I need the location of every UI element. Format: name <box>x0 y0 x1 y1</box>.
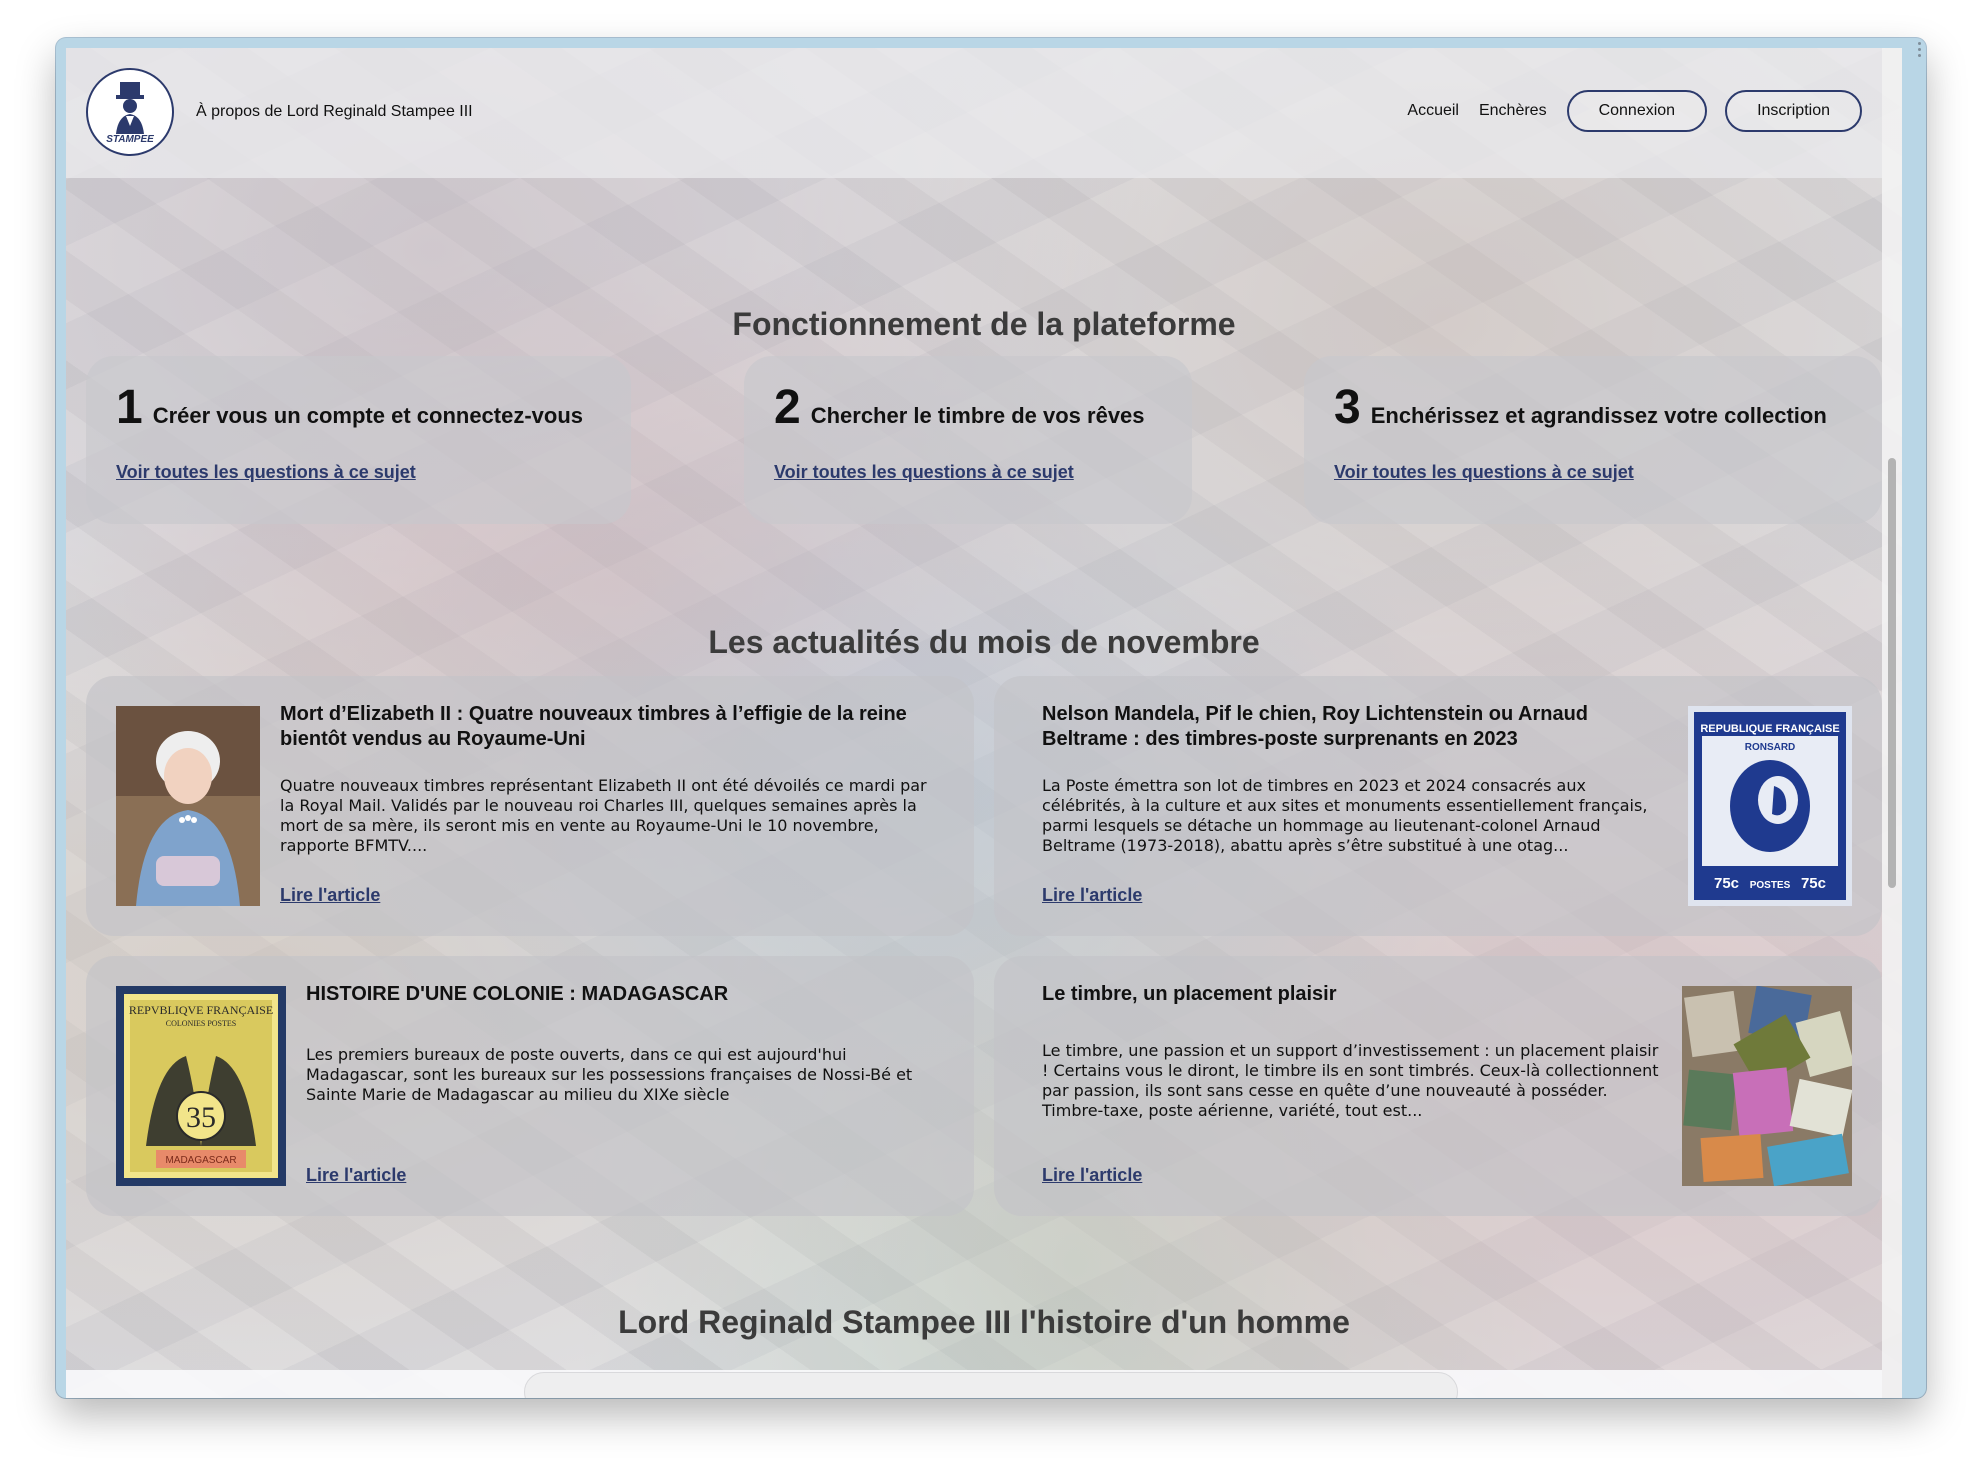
step-card-3: 3 Enchérissez et agrandissez votre colle… <box>1304 356 1882 524</box>
article-excerpt: La Poste émettra son lot de timbres en 2… <box>1042 776 1648 855</box>
news-card-1: Mort d’Elizabeth II : Quatre nouveaux ti… <box>86 676 974 936</box>
site-header: STAMPEE À propos de Lord Reginald Stampe… <box>66 48 1882 178</box>
window-resize-handle-icon[interactable] <box>1916 42 1922 60</box>
nav-auctions-link[interactable]: Enchères <box>1479 102 1547 120</box>
login-button[interactable]: Connexion <box>1566 90 1708 132</box>
article-excerpt: Les premiers bureaux de poste ouverts, d… <box>306 1045 913 1104</box>
queen-photo[interactable] <box>116 706 260 906</box>
page-content: STAMPEE À propos de Lord Reginald Stampe… <box>66 48 1902 1398</box>
step-card-1: 1 Créer vous un compte et connectez-vous… <box>86 356 631 524</box>
step-faq-link[interactable]: Voir toutes les questions à ce sujet <box>1334 462 1852 483</box>
news-card-3: REPVBLIQVE FRANÇAISE COLONIES POSTES 35 … <box>86 956 974 1216</box>
news-section-title: Les actualités du mois de novembre <box>708 624 1260 660</box>
article-title: Le timbre, un placement plaisir <box>1042 983 1337 1005</box>
read-article-link[interactable]: Lire l'article <box>306 1165 406 1186</box>
stamp-value-label: 35 <box>186 1101 216 1134</box>
step-title: Chercher le timbre de vos rêves <box>810 403 1145 428</box>
news-card-4: Le timbre, un placement plaisir Le timbr… <box>994 956 1882 1216</box>
stamp-collection-photo[interactable] <box>1682 986 1852 1186</box>
about-link[interactable]: À propos de Lord Reginald Stampee III <box>196 103 473 121</box>
stampee-logo[interactable]: STAMPEE <box>86 68 174 156</box>
step-number: 1 <box>116 381 143 434</box>
main-nav: Accueil Enchères Connexion Inscription <box>1407 90 1862 132</box>
browser-window: STAMPEE À propos de Lord Reginald Stampe… <box>56 38 1926 1398</box>
stamp-value-left: 75c <box>1714 875 1739 892</box>
ronsard-stamp-image[interactable]: REPUBLIQUE FRANÇAISE RONSARD 75c POSTES … <box>1688 706 1852 906</box>
article-title: Mort d’Elizabeth II : Quatre nouveaux ti… <box>280 703 907 750</box>
signup-button[interactable]: Inscription <box>1725 90 1862 132</box>
history-card-top <box>524 1372 1458 1398</box>
step-title: Enchérissez et agrandissez votre collect… <box>1370 403 1827 428</box>
step-number: 3 <box>1334 381 1361 434</box>
step-title: Créer vous un compte et connectez-vous <box>152 403 584 428</box>
step-faq-link[interactable]: Voir toutes les questions à ce sujet <box>116 462 601 483</box>
nav-home-link[interactable]: Accueil <box>1407 102 1459 120</box>
stamp-sub-label: COLONIES POSTES <box>166 1019 236 1028</box>
stamp-postes-label: POSTES <box>1750 880 1791 891</box>
news-card-2: Nelson Mandela, Pif le chien, Roy Lichte… <box>994 676 1882 936</box>
article-excerpt: Quatre nouveaux timbres représentant Eli… <box>280 776 927 855</box>
article-title: Nelson Mandela, Pif le chien, Roy Lichte… <box>1042 703 1589 750</box>
stamp-name-label: RONSARD <box>1745 742 1796 753</box>
read-article-link[interactable]: Lire l'article <box>1042 1165 1142 1186</box>
top-hat-man-icon <box>116 81 144 134</box>
page-viewport: STAMPEE À propos de Lord Reginald Stampe… <box>66 48 1902 1398</box>
step-faq-link[interactable]: Voir toutes les questions à ce sujet <box>774 462 1162 483</box>
stamp-country-label: REPUBLIQUE FRANÇAISE <box>1700 723 1839 735</box>
history-section-title: Lord Reginald Stampee III l'histoire d'u… <box>618 1304 1350 1340</box>
stamp-country-label: REPVBLIQVE FRANÇAISE <box>129 1003 273 1017</box>
platform-section-title: Fonctionnement de la plateforme <box>732 306 1236 342</box>
logo-label: STAMPEE <box>106 133 154 145</box>
read-article-link[interactable]: Lire l'article <box>280 885 380 906</box>
vertical-scrollbar[interactable] <box>1882 48 1902 1398</box>
stamp-overprint-label: MADAGASCAR <box>165 1155 236 1166</box>
madagascar-stamp-image[interactable]: REPVBLIQVE FRANÇAISE COLONIES POSTES 35 … <box>116 986 286 1186</box>
read-article-link[interactable]: Lire l'article <box>1042 885 1142 906</box>
scrollbar-thumb[interactable] <box>1888 458 1896 888</box>
stamp-value-right: 75c <box>1801 875 1826 892</box>
step-card-2: 2 Chercher le timbre de vos rêves Voir t… <box>744 356 1192 524</box>
article-title: HISTOIRE D'UNE COLONIE : MADAGASCAR <box>306 983 729 1005</box>
article-excerpt: Le timbre, une passion et un support d’i… <box>1042 1041 1659 1120</box>
step-number: 2 <box>774 381 801 434</box>
